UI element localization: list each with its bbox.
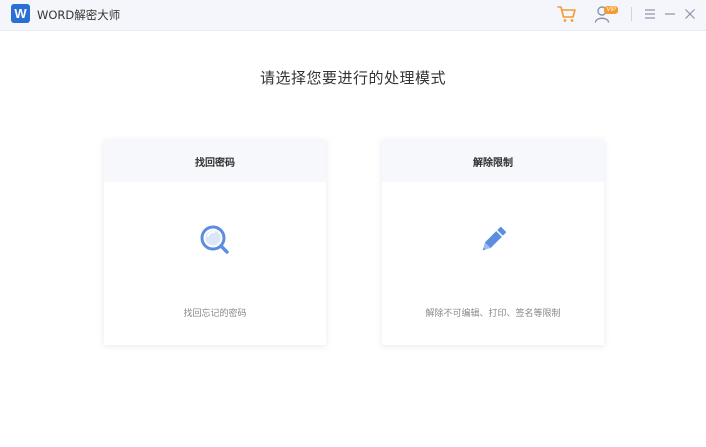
app-logo: W <box>11 4 30 23</box>
user-vip-icon[interactable]: VIP <box>591 4 619 24</box>
close-icon[interactable] <box>683 4 697 24</box>
card-title: 找回密码 <box>104 140 326 182</box>
page-title: 请选择您要进行的处理模式 <box>259 69 446 87</box>
minimize-icon[interactable] <box>663 4 677 24</box>
toolbar-divider <box>631 7 632 21</box>
cart-icon[interactable] <box>557 4 577 24</box>
menu-icon[interactable] <box>642 4 658 24</box>
card-title: 解除限制 <box>382 140 604 182</box>
remove-restriction-card[interactable]: 解除限制 解除不可编辑、打印、签名等限制 <box>382 140 604 345</box>
card-description: 解除不可编辑、打印、签名等限制 <box>425 309 561 319</box>
card-description: 找回忘记的密码 <box>183 309 247 319</box>
recover-password-card[interactable]: 找回密码 找回忘记的密码 <box>104 140 326 345</box>
vip-badge: VIP <box>604 6 618 14</box>
pencil-icon <box>382 220 604 260</box>
search-icon <box>104 220 326 260</box>
app-title: WORD解密大师 <box>37 8 121 22</box>
title-bar: W WORD解密大师 VIP <box>0 0 706 31</box>
